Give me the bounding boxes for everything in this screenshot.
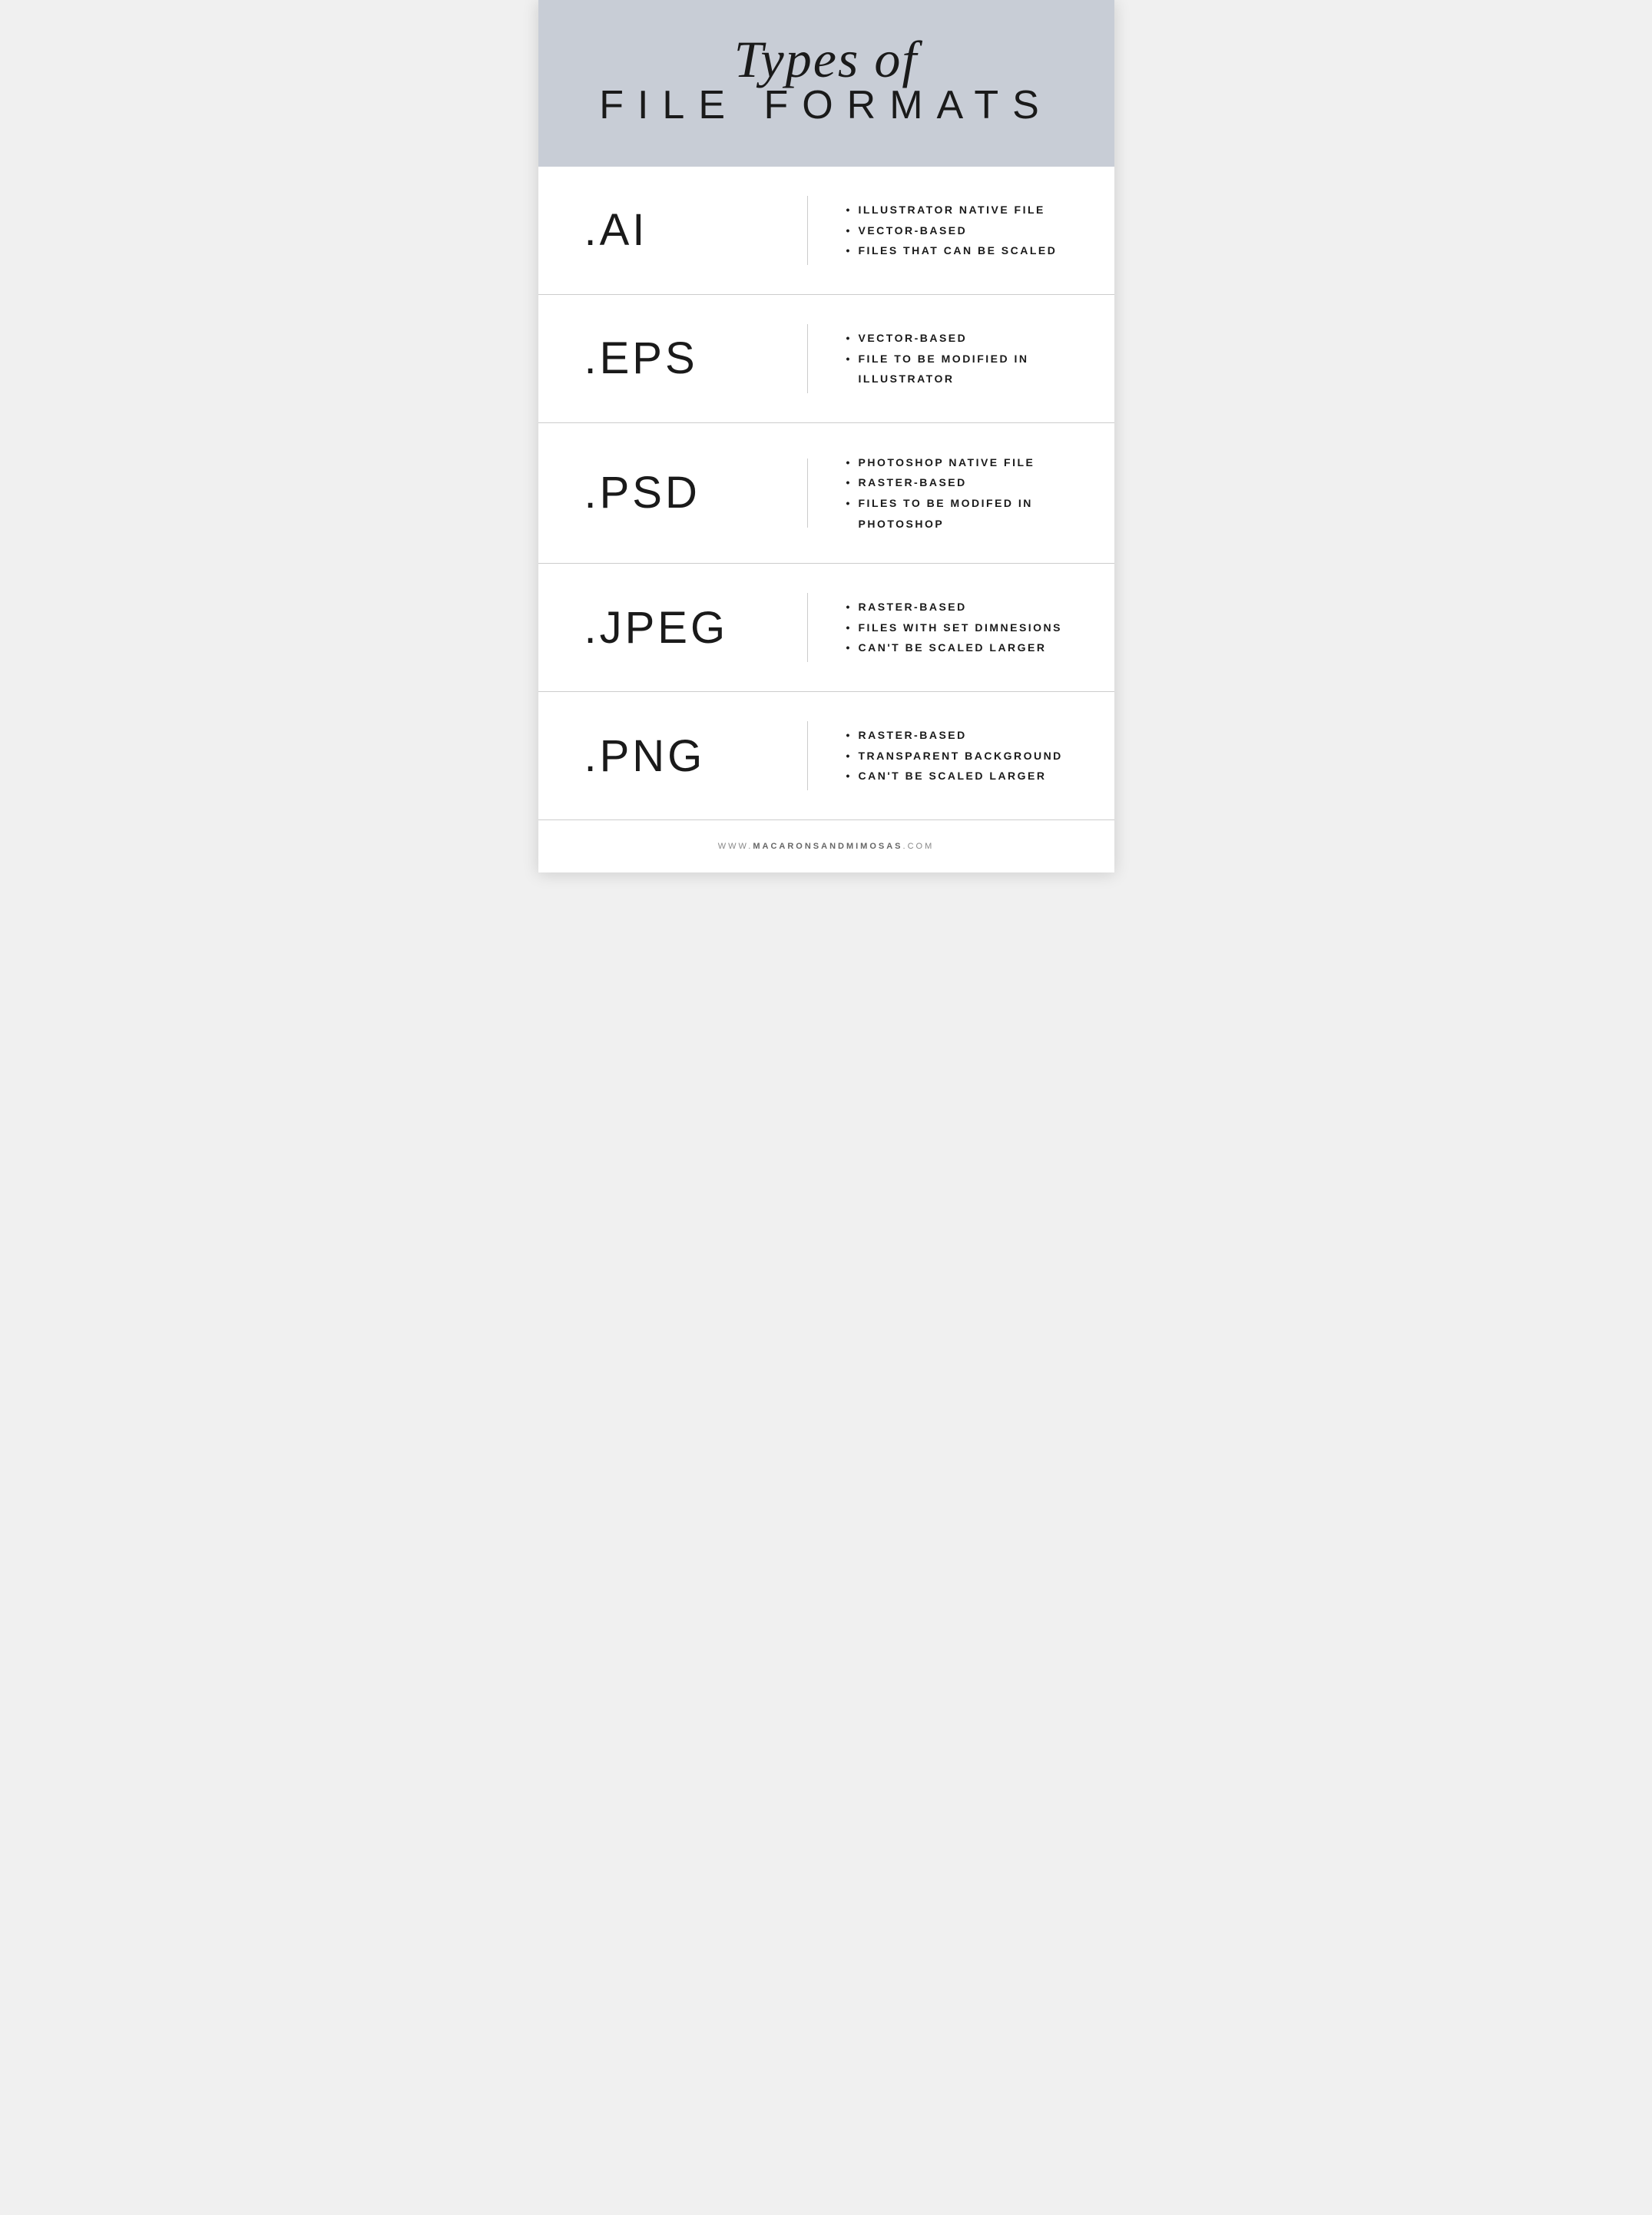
list-item: PHOTOSHOP NATIVE FILE [846,452,1068,473]
list-item: TRANSPARENT BACKGROUND [846,746,1068,766]
list-item: FILES WITH SET DIMNESIONS [846,617,1068,638]
footer-section: www.MACARONSANDMIMOSAS.com [538,819,1114,872]
footer-url: www.MACARONSANDMIMOSAS.com [584,842,1068,851]
format-row: .PSD PHOTOSHOP NATIVE FILERASTER-BASEDFIL… [538,423,1114,564]
list-item: RASTER-BASED [846,472,1068,493]
list-item: RASTER-BASED [846,597,1068,617]
list-item: VECTOR-BASED [846,328,1068,349]
format-row: .EPS VECTOR-BASEDFILE TO BE MODIFIED IN I… [538,295,1114,423]
format-name-ai: .AI [584,204,769,256]
format-details: RASTER-BASEDTRANSPARENT BACKGROUNDCAN'T … [846,725,1068,786]
format-row: .JPEG RASTER-BASEDFILES WITH SET DIMNESIO… [538,564,1114,692]
format-details-list: ILLUSTRATOR NATIVE FILEVECTOR-BASEDFILES… [846,200,1068,261]
list-item: FILES THAT CAN BE SCALED [846,240,1068,261]
format-details: VECTOR-BASEDFILE TO BE MODIFIED IN ILLUS… [846,328,1068,389]
format-details: PHOTOSHOP NATIVE FILERASTER-BASEDFILES T… [846,452,1068,534]
format-details-list: RASTER-BASEDFILES WITH SET DIMNESIONSCAN… [846,597,1068,658]
format-details: RASTER-BASEDFILES WITH SET DIMNESIONSCAN… [846,597,1068,658]
list-item: FILES TO BE MODIFED IN PHOTOSHOP [846,493,1068,534]
format-row-divider [807,324,808,393]
format-row-divider [807,721,808,790]
format-name-eps: .EPS [584,333,769,384]
format-details-list: RASTER-BASEDTRANSPARENT BACKGROUNDCAN'T … [846,725,1068,786]
footer-url-prefix: www. [718,842,753,851]
format-details-list: PHOTOSHOP NATIVE FILERASTER-BASEDFILES T… [846,452,1068,534]
list-item: FILE TO BE MODIFIED IN ILLUSTRATOR [846,349,1068,389]
list-item: ILLUSTRATOR NATIVE FILE [846,200,1068,220]
format-name-png: .PNG [584,730,769,782]
content-section: .AIILLUSTRATOR NATIVE FILEVECTOR-BASEDFI… [538,167,1114,819]
format-name-psd: .PSD [584,467,769,518]
format-row-divider [807,196,808,265]
format-name-jpeg: .JPEG [584,602,769,654]
format-details-list: VECTOR-BASEDFILE TO BE MODIFIED IN ILLUS… [846,328,1068,389]
header-main-title: FILE FORMATS [584,82,1068,128]
list-item: CAN'T BE SCALED LARGER [846,637,1068,658]
main-card: Types of FILE FORMATS .AI ILLUSTRATOR NAT… [538,0,1114,872]
list-item: VECTOR-BASED [846,220,1068,241]
list-item: RASTER-BASED [846,725,1068,746]
footer-url-suffix: .com [903,842,935,851]
footer-brand: MACARONSANDMIMOSAS [753,842,902,851]
format-row: .AI ILLUSTRATOR NATIVE FILEVECTOR-BASEDFI… [538,167,1114,295]
header-section: Types of FILE FORMATS [538,0,1114,167]
header-script-text: Types of [584,31,1068,88]
format-row-divider [807,593,808,662]
format-row: .PNG RASTER-BASEDTRANSPARENT BACKGROUNDCA… [538,692,1114,819]
format-row-divider [807,459,808,528]
list-item: CAN'T BE SCALED LARGER [846,766,1068,786]
format-details: ILLUSTRATOR NATIVE FILEVECTOR-BASEDFILES… [846,200,1068,261]
